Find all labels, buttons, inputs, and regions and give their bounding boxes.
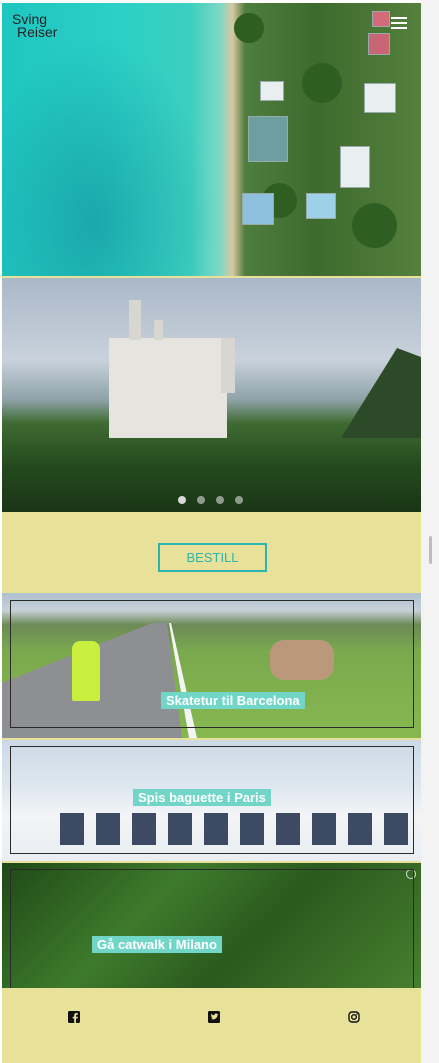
tile-barcelona[interactable]: Skatetur til Barcelona bbox=[2, 593, 421, 738]
hero-image: Sving Reiser bbox=[2, 3, 421, 276]
tile-caption: Gå catwalk i Milano bbox=[92, 936, 222, 953]
carousel-dot-3[interactable] bbox=[216, 496, 224, 504]
footer bbox=[4, 991, 423, 1063]
brand-logo[interactable]: Sving Reiser bbox=[12, 12, 58, 40]
facebook-icon[interactable] bbox=[67, 1010, 80, 1023]
bestill-button[interactable]: BESTILL bbox=[158, 543, 267, 572]
tile-caption: Skatetur til Barcelona bbox=[161, 692, 305, 709]
tile-milano[interactable]: Gå catwalk i Milano bbox=[2, 863, 421, 988]
image-carousel[interactable] bbox=[2, 278, 421, 512]
scrollbar-thumb[interactable] bbox=[429, 536, 432, 564]
carousel-dot-2[interactable] bbox=[197, 496, 205, 504]
scrollbar[interactable] bbox=[421, 0, 439, 1063]
tile-paris[interactable]: Spis baguette i Paris bbox=[2, 740, 421, 861]
carousel-dot-4[interactable] bbox=[235, 496, 243, 504]
carousel-dot-1[interactable] bbox=[178, 496, 186, 504]
castle-image bbox=[109, 300, 235, 438]
tile-caption: Spis baguette i Paris bbox=[133, 789, 271, 806]
twitter-icon[interactable] bbox=[207, 1010, 220, 1023]
instagram-icon[interactable] bbox=[347, 1010, 360, 1023]
hamburger-icon[interactable] bbox=[391, 17, 407, 29]
brand-logo-line2: Reiser bbox=[17, 24, 58, 40]
